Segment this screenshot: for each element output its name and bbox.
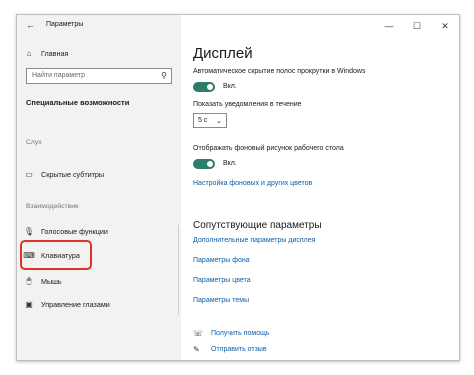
get-help-link[interactable]: ☏ Получить помощь xyxy=(193,329,270,338)
home-icon: ⌂ xyxy=(26,49,32,58)
sidebar-scrollbar[interactable] xyxy=(178,225,179,315)
sidebar-item-label: Управление глазами xyxy=(41,300,110,309)
notifications-label: Показать уведомления в течение xyxy=(193,101,302,108)
sidebar-item-label: Главная xyxy=(41,49,69,58)
related-link-color[interactable]: Параметры цвета xyxy=(193,277,251,284)
maximize-button[interactable]: ☐ xyxy=(403,15,431,37)
scrollbars-toggle[interactable] xyxy=(193,82,215,92)
sidebar-item-label: Клавиатура xyxy=(41,251,80,260)
search-input[interactable]: Найти параметр ⚲ xyxy=(26,68,172,84)
related-link-background[interactable]: Параметры фона xyxy=(193,257,250,264)
related-title: Сопутствующие параметры xyxy=(193,220,322,231)
chevron-down-icon: ⌄ xyxy=(216,118,222,125)
main-content: — ☐ ✕ Дисплей Автоматическое скрытие пол… xyxy=(181,15,459,360)
subtitles-icon: ▭ xyxy=(25,170,33,179)
minimize-button[interactable]: — xyxy=(375,15,403,37)
section-title: Специальные возможности xyxy=(26,98,130,107)
mouse-icon: 🖱 xyxy=(26,276,32,285)
microphone-icon: 🎙 xyxy=(23,227,35,236)
settings-window: ← Параметры ⌂ Главная Найти параметр ⚲ С… xyxy=(16,14,460,361)
group-label-hearing: Слух xyxy=(26,139,42,146)
wallpaper-toggle-text: Вкл. xyxy=(223,160,237,167)
sidebar-item-label: Мышь xyxy=(41,276,62,286)
close-button[interactable]: ✕ xyxy=(431,15,459,37)
help-icon: ☏ xyxy=(193,329,204,338)
wallpaper-link[interactable]: Настройка фоновых и других цветов xyxy=(193,180,312,187)
eye-control-icon: ▣ xyxy=(25,300,33,309)
sidebar-item-home[interactable]: ⌂ Главная xyxy=(23,49,69,58)
sidebar-item-label: Голосовые функции xyxy=(41,227,108,236)
search-icon: ⚲ xyxy=(161,71,167,80)
window-title: Параметры xyxy=(46,21,84,28)
sidebar: ← Параметры ⌂ Главная Найти параметр ⚲ С… xyxy=(17,15,181,360)
notifications-value: 5 с xyxy=(198,117,208,124)
sidebar-item-subtitles[interactable]: ▭ Скрытые субтитры xyxy=(23,170,104,179)
scrollbars-toggle-text: Вкл. xyxy=(223,83,237,90)
feedback-link[interactable]: ✎ Отправить отзыв xyxy=(193,345,267,354)
related-link-display[interactable]: Дополнительные параметры дисплея xyxy=(193,237,315,244)
get-help-label: Получить помощь xyxy=(211,330,270,337)
sidebar-item-voice[interactable]: 🎙 Голосовые функции xyxy=(23,227,108,236)
wallpaper-toggle[interactable] xyxy=(193,159,215,169)
search-placeholder: Найти параметр xyxy=(32,72,85,79)
sidebar-item-keyboard[interactable]: ⌨ Клавиатура xyxy=(23,251,80,260)
scrollbars-label: Автоматическое скрытие полос прокрутки в… xyxy=(193,68,366,75)
window-controls: — ☐ ✕ xyxy=(375,15,459,37)
group-label-interaction: Взаимодействие xyxy=(26,203,79,210)
sidebar-item-label: Скрытые субтитры xyxy=(41,170,105,179)
notifications-select[interactable]: 5 с ⌄ xyxy=(193,113,227,128)
back-icon[interactable]: ← xyxy=(26,20,35,30)
sidebar-item-eye-control[interactable]: ▣ Управление глазами xyxy=(23,300,110,309)
page-title: Дисплей xyxy=(193,45,253,62)
feedback-icon: ✎ xyxy=(193,345,200,354)
wallpaper-label: Отображать фоновый рисунок рабочего стол… xyxy=(193,145,344,152)
keyboard-icon: ⌨ xyxy=(23,251,35,260)
feedback-label: Отправить отзыв xyxy=(211,346,267,353)
related-link-theme[interactable]: Параметры темы xyxy=(193,297,249,304)
sidebar-item-mouse[interactable]: 🖱 Мышь xyxy=(23,276,62,286)
